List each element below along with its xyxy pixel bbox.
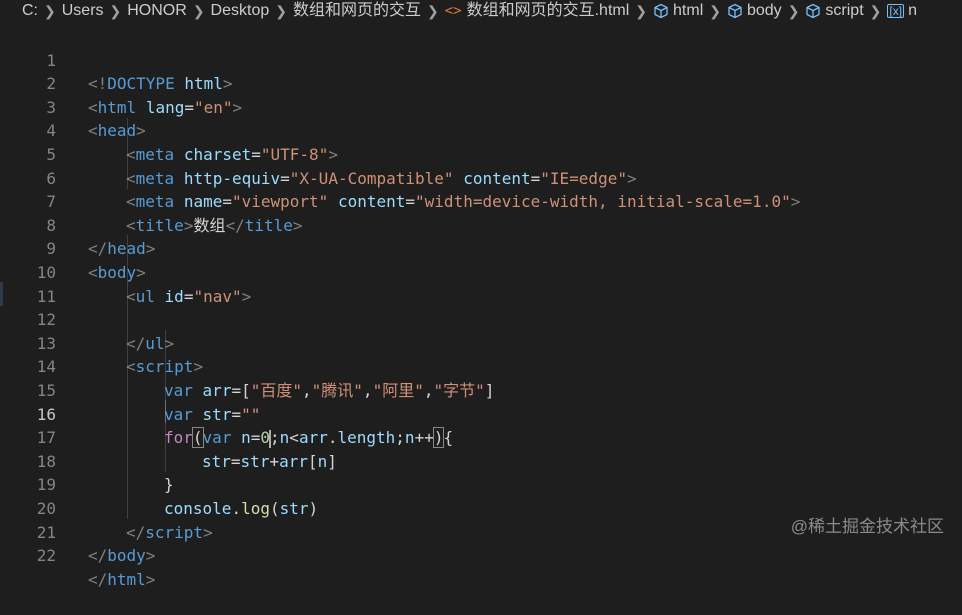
- line-content: </html>: [88, 568, 155, 592]
- code-line: 19 console.log(str): [0, 450, 962, 518]
- breadcrumb-label: Desktop: [210, 2, 270, 19]
- chevron-right-icon: ❯: [869, 3, 882, 19]
- line-number: 22: [36, 546, 56, 566]
- breadcrumb-symbol-html[interactable]: html: [653, 0, 703, 22]
- breadcrumb: C: ❯ Users ❯ HONOR ❯ Desktop ❯ 数组和网页的交互 …: [0, 0, 962, 22]
- breadcrumb-users[interactable]: Users: [62, 0, 104, 22]
- breadcrumb-folder[interactable]: 数组和网页的交互: [293, 0, 421, 22]
- watermark: @稀土掘金技术社区: [790, 517, 944, 536]
- chevron-right-icon: ❯: [275, 3, 287, 19]
- code-line: 13 <script>: [0, 308, 962, 377]
- code-line: 3 <head>: [0, 72, 962, 141]
- breadcrumb-label: html: [673, 2, 704, 19]
- code-line: 1 <!DOCTYPE html>: [0, 25, 962, 94]
- cube-icon: [806, 3, 821, 19]
- code-line: 8 </head>: [0, 190, 962, 259]
- token: >: [145, 569, 156, 589]
- breadcrumb-file[interactable]: <> 数组和网页的交互.html: [445, 0, 630, 22]
- breadcrumb-symbol-script[interactable]: script: [805, 0, 864, 22]
- code-line: 10 <ul id="nav">: [0, 237, 962, 306]
- cube-icon: [654, 3, 668, 19]
- token: </: [88, 546, 108, 566]
- code-line: 12 </ul>: [0, 285, 962, 353]
- breadcrumb-label: HONOR: [127, 2, 187, 19]
- code-line-active: 16 for(var n=0;n<arr.length;n++){: [0, 379, 962, 449]
- chevron-right-icon: ❯: [709, 3, 721, 19]
- breadcrumb-symbol-n[interactable]: [x] n: [887, 0, 917, 22]
- code-line: 17 str=str+arr[n]: [0, 403, 962, 471]
- code-line: 20 </script>: [0, 473, 962, 542]
- chevron-right-icon: ❯: [787, 3, 800, 19]
- token: </: [88, 569, 108, 589]
- token: >: [145, 546, 156, 566]
- code-line: 2 <html lang="en">: [0, 49, 962, 117]
- line-content: </body>: [88, 544, 155, 568]
- breadcrumb-label: C:: [22, 2, 38, 19]
- code-editor[interactable]: 1 <!DOCTYPE html> 2 <html lang="en"> 3 <…: [0, 22, 962, 589]
- chevron-right-icon: ❯: [109, 3, 122, 19]
- token: html: [107, 569, 146, 589]
- code-line: 6 <meta name="viewport" content="width=d…: [0, 143, 962, 212]
- variable-icon: [x]: [887, 4, 905, 18]
- code-line: 11: [0, 261, 962, 306]
- code-line: 18 }: [0, 426, 962, 495]
- breadcrumb-label: Users: [61, 2, 104, 19]
- token: body: [107, 546, 146, 566]
- breadcrumb-label: 数组和网页的交互: [292, 2, 421, 19]
- code-line: 7 <title>数组</title>: [0, 167, 962, 235]
- cube-icon: [728, 3, 742, 19]
- chevron-right-icon: ❯: [635, 3, 648, 19]
- breadcrumb-label: body: [746, 2, 782, 19]
- breadcrumb-honor[interactable]: HONOR: [127, 0, 187, 22]
- breadcrumb-symbol-body[interactable]: body: [727, 0, 782, 22]
- chevron-right-icon: ❯: [44, 3, 56, 19]
- breadcrumb-label: script: [825, 2, 864, 19]
- code-line: 15 var str="": [0, 355, 962, 424]
- chevron-right-icon: ❯: [427, 3, 439, 19]
- code-line: 4 <meta charset="UTF-8">: [0, 96, 962, 164]
- breadcrumb-label: n: [908, 2, 917, 19]
- html-file-icon: <>: [444, 3, 462, 19]
- breadcrumb-desktop[interactable]: Desktop: [211, 0, 270, 22]
- breadcrumb-label: 数组和网页的交互.html: [466, 2, 630, 19]
- chevron-right-icon: ❯: [192, 3, 205, 19]
- code-line: 9 <body>: [0, 214, 962, 282]
- code-line: 14 var arr=["百度","腾讯","阿里","字节"]: [0, 332, 962, 400]
- breadcrumb-drive[interactable]: C:: [22, 0, 38, 22]
- code-line: 5 <meta http-equiv="X-UA-Compatible" con…: [0, 119, 962, 188]
